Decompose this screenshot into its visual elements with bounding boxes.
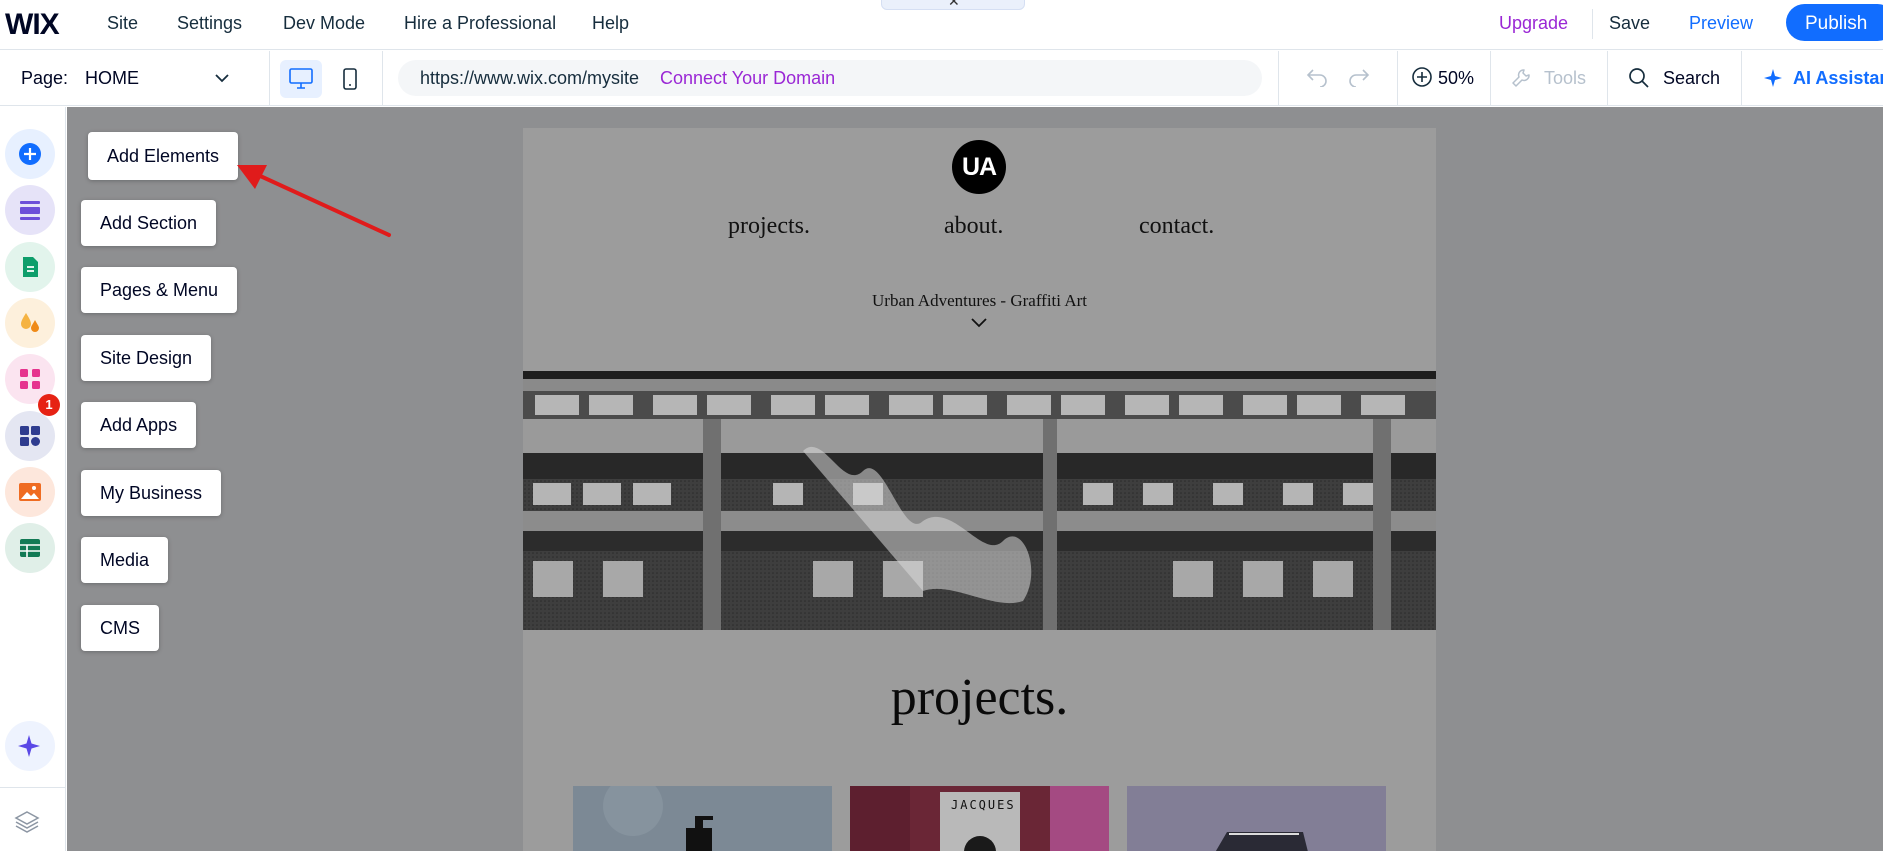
desktop-icon <box>289 68 313 89</box>
media-tooltip[interactable]: Media <box>81 537 169 583</box>
search-icon <box>1629 68 1649 88</box>
site-tagline: Urban Adventures - Graffiti Art <box>872 291 1087 310</box>
upgrade-link[interactable]: Upgrade <box>1499 13 1568 34</box>
site-design-button[interactable] <box>5 298 55 348</box>
layers-icon[interactable] <box>14 810 40 834</box>
page-icon <box>23 257 38 277</box>
business-puzzle-icon <box>20 426 40 446</box>
table-icon <box>20 539 40 557</box>
image-icon <box>19 483 41 501</box>
site-url-bar: https://www.wix.com/mysite Connect Your … <box>398 60 1262 96</box>
tools-label: Tools <box>1544 68 1587 88</box>
project-thumbnail[interactable]: JACQUES <box>850 786 1109 851</box>
my-business-button[interactable] <box>5 411 55 461</box>
divider <box>382 51 383 106</box>
desktop-view-button[interactable] <box>280 60 322 98</box>
wrench-icon <box>1512 69 1530 87</box>
thumbnail-caption: JACQUES <box>951 798 1016 812</box>
site-canvas[interactable]: UA projects. about. contact. Urban Adven… <box>523 128 1436 851</box>
divider <box>1741 51 1742 106</box>
my-business-tooltip[interactable]: My Business <box>81 470 222 516</box>
collapse-toolbar-tab[interactable]: ✕ <box>881 0 1025 10</box>
editor-stage: UA projects. about. contact. Urban Adven… <box>67 107 1883 851</box>
projects-section-title: projects. <box>890 669 1069 726</box>
page-label: Page: <box>21 68 69 88</box>
menu-dev-mode[interactable]: Dev Mode <box>283 13 365 34</box>
mobile-view-button[interactable] <box>340 60 362 98</box>
add-elements-button[interactable] <box>5 129 55 179</box>
close-icon: ✕ <box>948 0 960 9</box>
paint-drops-icon <box>21 313 39 332</box>
divider <box>1490 51 1491 106</box>
site-url: https://www.wix.com/mysite <box>420 68 640 88</box>
editor-toolbar: Page: HOME https://www.wix.com/mysite Co… <box>0 51 1883 106</box>
pages-menu-tooltip[interactable]: Pages & Menu <box>81 267 238 313</box>
left-tool-rail: 1 <box>0 107 66 851</box>
project-thumbnail[interactable] <box>1127 786 1386 851</box>
architecture-image <box>1127 786 1386 851</box>
site-nav-contact[interactable]: contact. <box>1139 213 1214 240</box>
divider <box>269 51 270 106</box>
site-nav-projects[interactable]: projects. <box>728 213 810 240</box>
publish-button[interactable]: Publish <box>1786 4 1883 41</box>
site-design-tooltip[interactable]: Site Design <box>81 335 212 381</box>
cms-button[interactable] <box>5 523 55 573</box>
project-thumbnail[interactable] <box>573 786 832 851</box>
add-section-button[interactable] <box>5 185 55 235</box>
book-cover-image <box>850 786 1109 851</box>
divider <box>1278 51 1279 106</box>
product-bottle-image <box>573 786 832 851</box>
menu-site[interactable]: Site <box>107 13 138 34</box>
notification-badge: 1 <box>38 394 60 416</box>
save-button[interactable]: Save <box>1609 13 1650 34</box>
site-nav-about[interactable]: about. <box>944 213 1003 240</box>
zoom-in-icon <box>1412 67 1432 87</box>
undo-icon[interactable] <box>1306 67 1328 87</box>
preview-button[interactable]: Preview <box>1689 13 1753 34</box>
plus-circle-icon <box>19 143 41 165</box>
divider <box>0 787 66 788</box>
hero-building-image <box>523 371 1436 630</box>
page-selector[interactable]: HOME <box>85 68 139 89</box>
chevron-down-icon[interactable] <box>970 316 988 330</box>
menu-settings[interactable]: Settings <box>177 13 242 34</box>
divider <box>1607 51 1608 106</box>
cms-tooltip[interactable]: CMS <box>81 605 159 651</box>
divider <box>1397 51 1398 106</box>
wix-logo[interactable]: WIX <box>5 8 60 42</box>
top-menu-bar: WIX Site Settings Dev Mode Hire a Profes… <box>0 0 1883 50</box>
zoom-level: 50% <box>1438 68 1475 88</box>
annotation-arrow-icon <box>237 165 391 237</box>
apps-grid-icon <box>20 369 40 389</box>
search-label: Search <box>1663 68 1721 88</box>
connect-domain-link[interactable]: Connect Your Domain <box>660 68 835 89</box>
site-logo[interactable]: UA <box>952 140 1006 194</box>
menu-help[interactable]: Help <box>592 13 629 34</box>
redo-icon[interactable] <box>1348 67 1370 87</box>
sparkle-icon <box>18 735 40 757</box>
mobile-icon <box>343 68 357 90</box>
pages-menu-button[interactable] <box>5 242 55 292</box>
media-button[interactable] <box>5 467 55 517</box>
chevron-down-icon[interactable] <box>213 69 231 87</box>
divider <box>1592 9 1593 39</box>
sparkle-icon <box>1764 69 1782 87</box>
ai-tools-button[interactable] <box>5 721 55 771</box>
add-apps-tooltip[interactable]: Add Apps <box>81 402 197 448</box>
ai-assistant-label: AI Assistant <box>1793 68 1883 88</box>
section-icon <box>20 201 40 220</box>
menu-hire-a-professional[interactable]: Hire a Professional <box>404 13 556 34</box>
